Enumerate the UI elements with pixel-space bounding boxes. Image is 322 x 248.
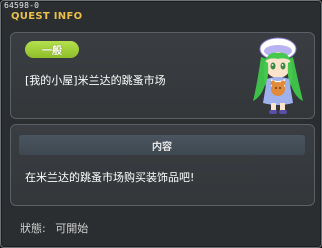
- status-label: 狀態:: [20, 222, 46, 235]
- window-title: QUEST INFO: [11, 11, 83, 22]
- quest-description: 在米兰达的跳蚤市场购买装饰品吧!: [25, 171, 195, 184]
- npc-portrait-icon: [253, 37, 303, 114]
- content-section-header: 内容: [19, 135, 305, 155]
- quest-info-window: 64598-0 QUEST INFO 一般 [我的小屋]米兰达的跳蚤市场 内容 …: [0, 0, 322, 248]
- quest-summary-panel: 一般 [我的小屋]米兰达的跳蚤市场: [10, 32, 315, 119]
- quest-category-badge: 一般: [25, 41, 79, 58]
- quest-id: 64598-0: [4, 1, 40, 10]
- status-value: 可開始: [55, 222, 89, 235]
- quest-content-panel: 内容 在米兰达的跳蚤市场购买装饰品吧!: [10, 124, 315, 206]
- quest-status-row: 狀態: 可開始: [20, 220, 88, 236]
- quest-name: [我的小屋]米兰达的跳蚤市场: [25, 74, 166, 87]
